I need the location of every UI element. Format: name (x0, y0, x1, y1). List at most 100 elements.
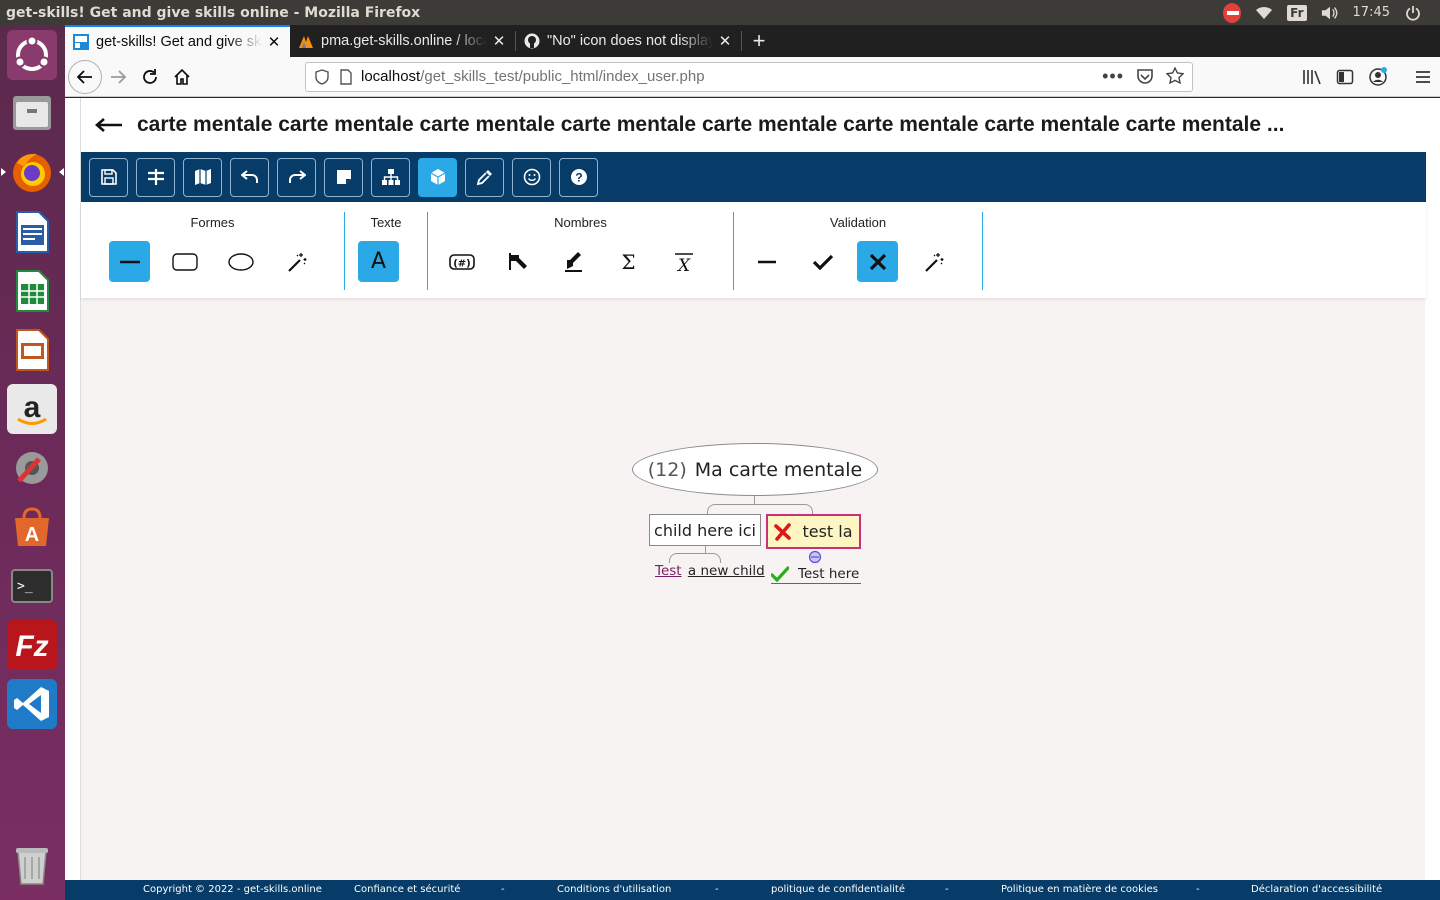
library-icon[interactable] (1302, 68, 1322, 86)
url-bar[interactable]: localhost/get_skills_test/public_html/in… (305, 61, 1193, 92)
child-node[interactable]: child here ici (649, 514, 761, 546)
amazon-icon[interactable]: a (7, 384, 57, 434)
eyedropper-icon (476, 170, 492, 186)
vscode-icon[interactable] (7, 679, 57, 729)
filezilla-icon[interactable]: Fz (7, 620, 57, 670)
wifi-icon[interactable] (1255, 4, 1273, 22)
web-page: carte mentale carte mentale carte mental… (80, 98, 1426, 880)
line-shape-button[interactable] (109, 241, 150, 282)
format-button[interactable] (136, 157, 175, 197)
redo-button[interactable] (277, 157, 316, 197)
number-tag-button[interactable]: (#) (441, 241, 482, 282)
footer-link-terms[interactable]: Conditions d'utilisation (557, 884, 671, 895)
footer-link-accessibility[interactable]: Déclaration d'accessibilité (1251, 884, 1382, 895)
pocket-icon[interactable] (1136, 67, 1154, 85)
undo-button[interactable] (230, 157, 269, 197)
svg-text:(#): (#) (453, 258, 471, 269)
x-bar-icon: X (674, 252, 693, 275)
child-node-invalid[interactable]: test la (766, 514, 861, 549)
tab-label: "No" icon does not display (547, 33, 713, 49)
tab-github-issue[interactable]: "No" icon does not display ✕ (516, 25, 741, 57)
ellipse-shape-button[interactable] (220, 241, 261, 282)
keyboard-layout-indicator[interactable]: Fr (1287, 4, 1307, 21)
file-manager-icon[interactable] (7, 88, 57, 138)
sidebar-icon[interactable] (1336, 68, 1354, 86)
leaf-node-valid[interactable]: Test here (771, 566, 862, 584)
add-child-handle-icon[interactable] (808, 550, 822, 564)
home-button[interactable] (166, 61, 198, 93)
mindmap-canvas[interactable]: (12) Ma carte mentale child here ici tes… (81, 298, 1426, 880)
dash-button[interactable] (746, 241, 787, 282)
magic-wand-button[interactable] (912, 241, 953, 282)
new-tab-button[interactable]: + (742, 25, 776, 57)
magic-wand-button[interactable] (275, 241, 316, 282)
group-texte: Texte A (345, 212, 428, 290)
forward-button[interactable] (102, 61, 134, 93)
leaf-label: Test here (798, 566, 860, 582)
stop-icon[interactable] (1223, 2, 1242, 23)
cube-icon (430, 169, 445, 185)
cube-button[interactable] (418, 157, 457, 197)
arrow-down-left-button[interactable] (553, 241, 594, 282)
trash-icon[interactable] (7, 840, 57, 890)
note-button[interactable] (324, 157, 363, 197)
writer-icon[interactable] (7, 207, 57, 257)
reload-icon (143, 68, 157, 84)
account-icon[interactable] (1368, 66, 1388, 87)
firefox-icon[interactable] (7, 147, 57, 197)
shield-icon[interactable] (315, 68, 329, 85)
leaf-node[interactable]: Test a new child (655, 563, 765, 579)
power-icon[interactable] (1404, 4, 1422, 22)
tab-phpmyadmin[interactable]: pma.get-skills.online / localhost ✕ (290, 25, 515, 57)
eyedropper-button[interactable] (465, 157, 504, 197)
impress-icon[interactable] (7, 325, 57, 375)
map-button[interactable] (183, 157, 222, 197)
format-icon (147, 169, 164, 185)
footer-link-trust[interactable]: Confiance et sécurité (354, 884, 460, 895)
close-tab-icon[interactable]: ✕ (491, 32, 507, 50)
save-button[interactable] (89, 157, 128, 197)
navigation-bar: localhost/get_skills_test/public_html/in… (65, 57, 1440, 97)
os-topbar: get-skills! Get and give skills online -… (0, 0, 1440, 25)
sigma-button[interactable]: Σ (608, 241, 649, 282)
reload-button[interactable] (134, 61, 166, 93)
checkmark-button[interactable] (802, 241, 843, 282)
software-center-icon[interactable]: A (7, 502, 57, 552)
redo-icon (288, 170, 306, 183)
group-label: Formes (190, 215, 235, 230)
smiley-button[interactable] (512, 157, 551, 197)
hierarchy-button[interactable] (371, 157, 410, 197)
close-tab-icon[interactable]: ✕ (717, 32, 733, 50)
terminal-icon[interactable]: >_ (7, 561, 57, 611)
arrow-up-left-button[interactable] (497, 241, 538, 282)
page-actions-icon[interactable]: ••• (1102, 67, 1124, 85)
back-to-list-button[interactable] (81, 117, 137, 133)
menu-icon[interactable] (1414, 68, 1432, 86)
get-skills-favicon-icon (73, 34, 89, 50)
text-tool-button[interactable]: A (358, 241, 399, 282)
clock[interactable]: 17:45 (1353, 5, 1390, 20)
node-count: (12) (647, 458, 687, 481)
rounded-rect-shape-button[interactable] (164, 241, 205, 282)
tab-label: pma.get-skills.online / localhost (321, 33, 487, 49)
close-tab-icon[interactable]: ✕ (266, 33, 282, 51)
connector (669, 553, 721, 563)
back-button[interactable] (68, 59, 102, 94)
volume-icon[interactable] (1321, 4, 1339, 22)
page-info-icon[interactable] (339, 68, 353, 85)
bookmark-star-icon[interactable] (1166, 66, 1184, 85)
cross-button[interactable] (857, 241, 898, 282)
arrow-up-left-icon (508, 252, 527, 270)
calc-icon[interactable] (7, 266, 57, 316)
url-host: localhost (361, 68, 421, 85)
mean-button[interactable]: X (663, 241, 704, 282)
footer-link-cookies[interactable]: Politique en matière de cookies (1001, 884, 1158, 895)
help-button[interactable]: ? (559, 157, 598, 197)
system-settings-icon[interactable] (7, 443, 57, 493)
root-node[interactable]: (12) Ma carte mentale (632, 443, 878, 496)
tab-bar: get-skills! Get and give skills online ✕… (65, 25, 1440, 57)
tab-get-skills[interactable]: get-skills! Get and give skills online ✕ (65, 25, 290, 57)
page-footer: Copyright © 2022 - get-skills.online Con… (65, 880, 1440, 900)
footer-link-privacy[interactable]: politique de confidentialité (771, 884, 905, 895)
ubuntu-dash-icon[interactable] (7, 30, 57, 80)
